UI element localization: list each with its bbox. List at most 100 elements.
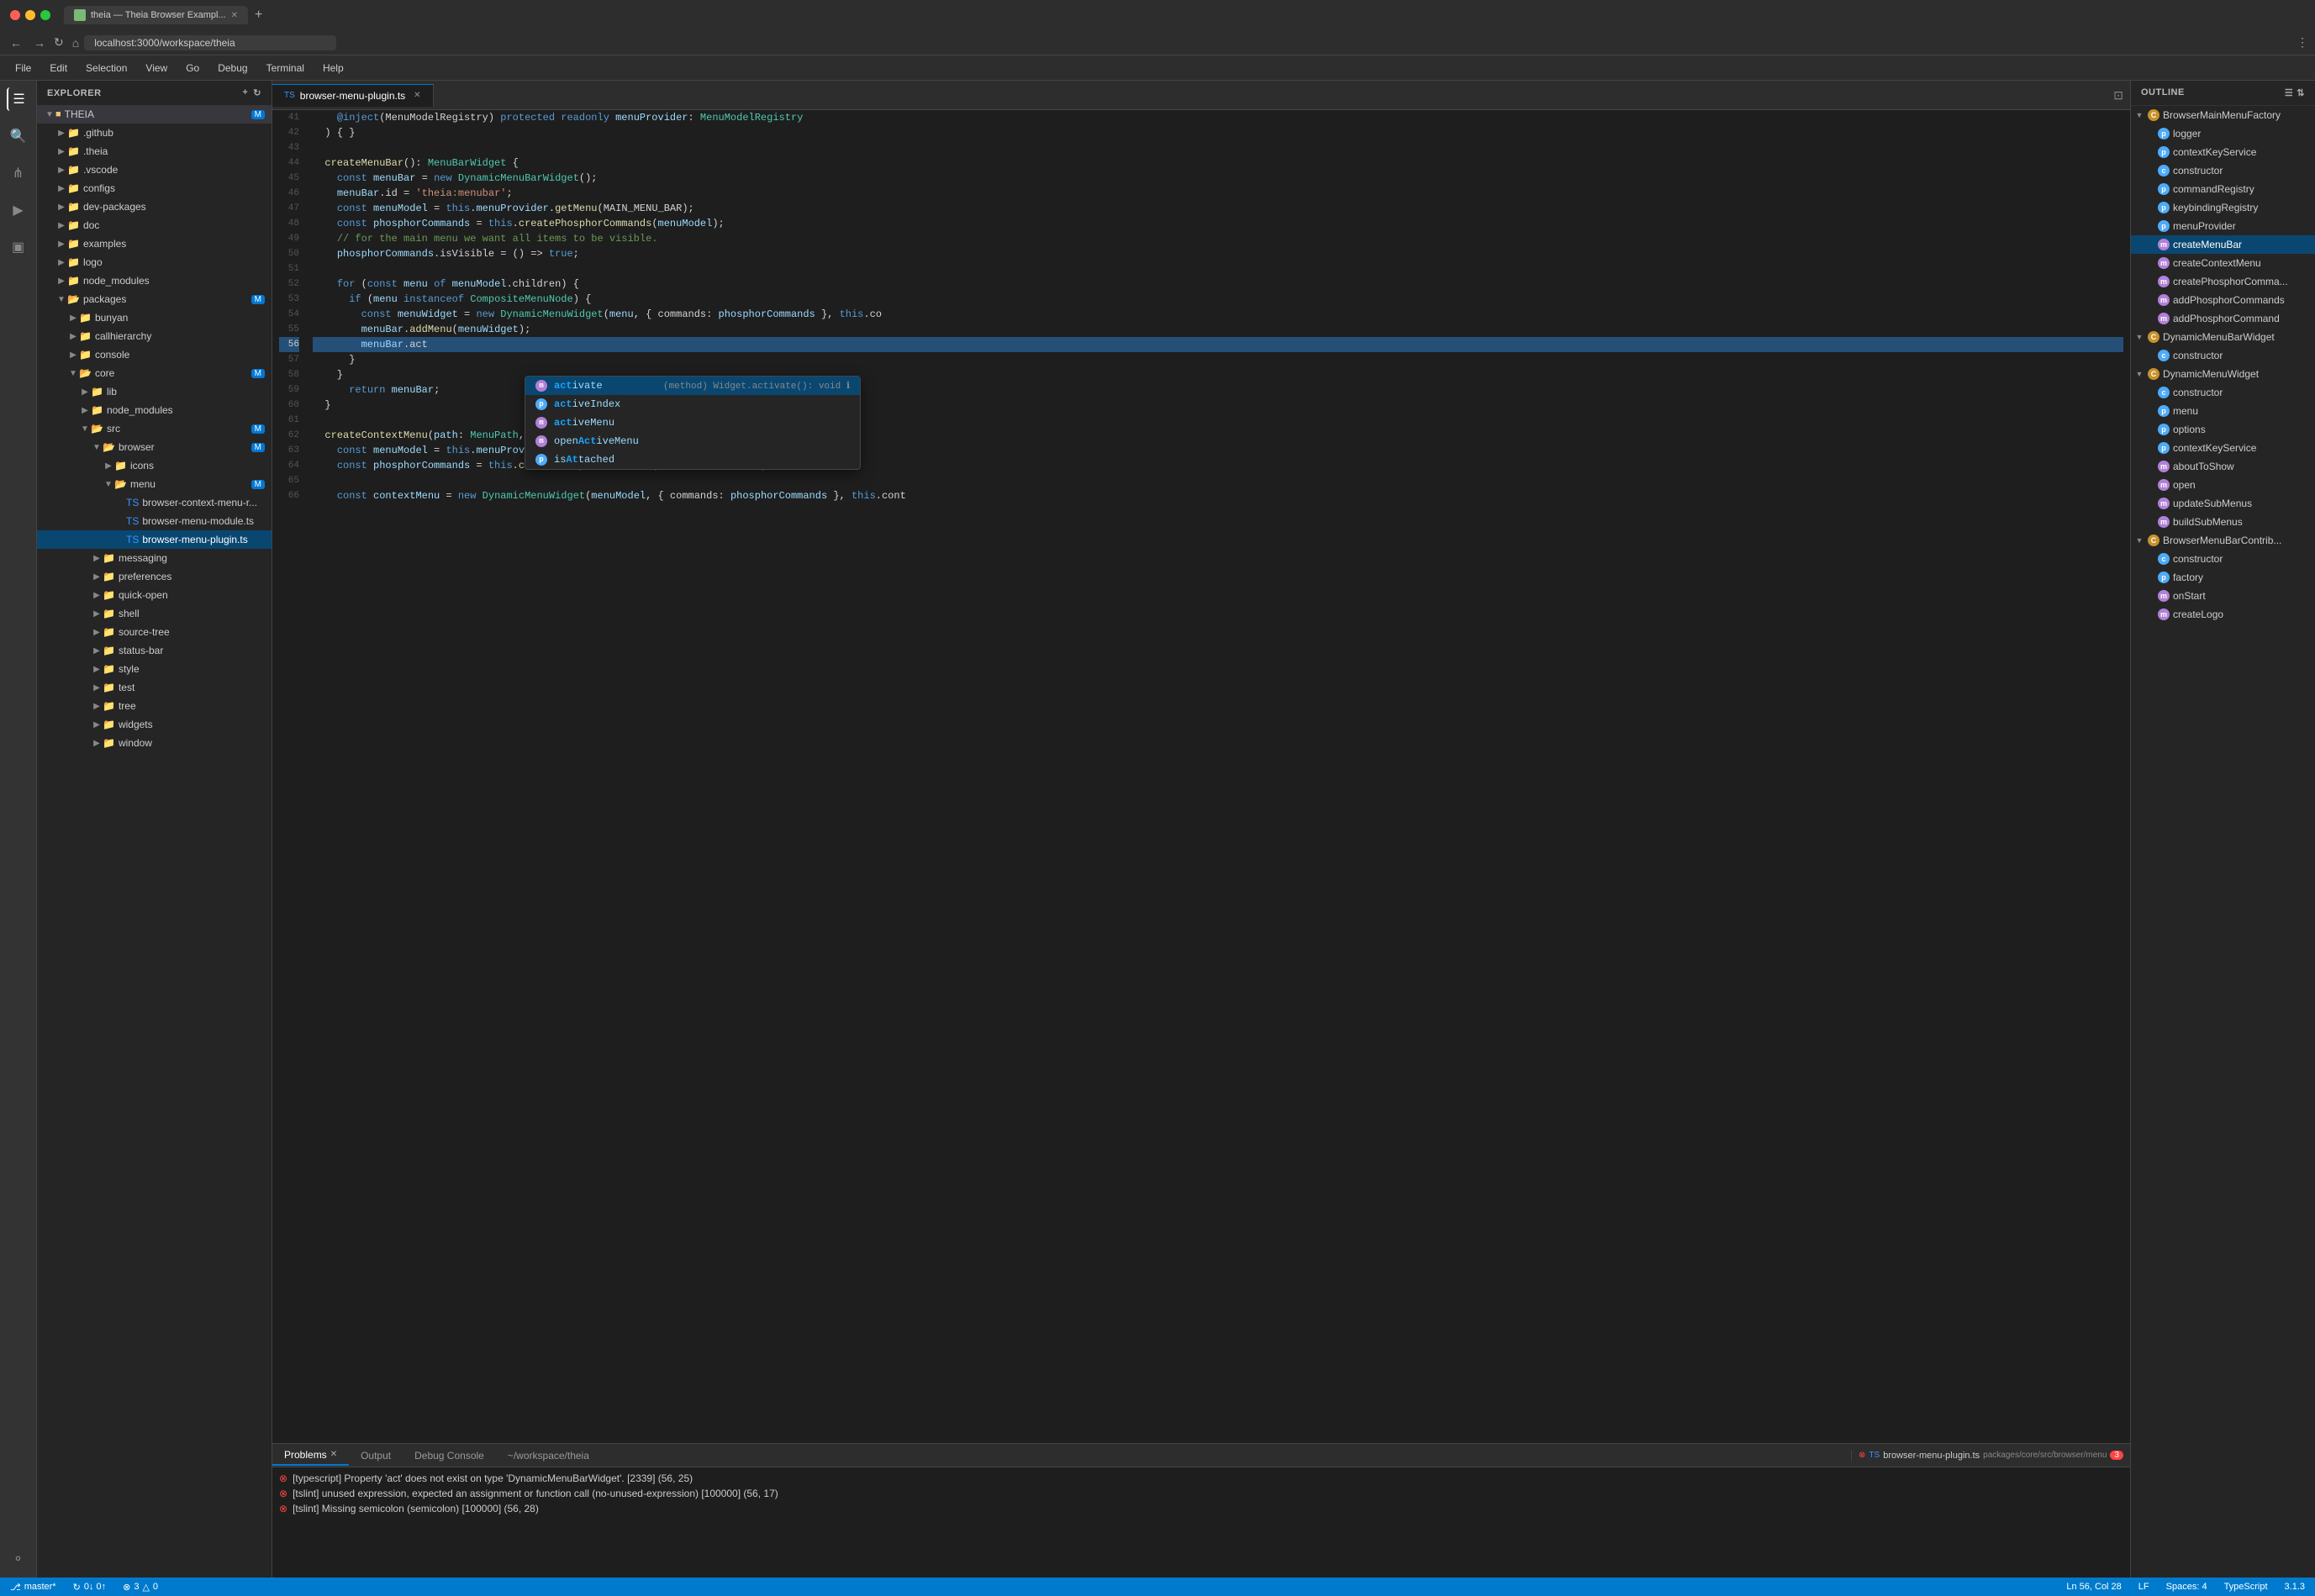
tree-item-examples[interactable]: ▶ 📁 examples	[37, 234, 272, 253]
outline-item-menuProvider[interactable]: p menuProvider	[2131, 217, 2315, 235]
tree-item-menu[interactable]: ▼ 📂 menu M	[37, 475, 272, 493]
url-display[interactable]: localhost:3000/workspace/theia	[84, 35, 336, 50]
panel-tab-output[interactable]: Output	[349, 1446, 403, 1465]
status-sync[interactable]: ↻ 0↓ 0↑	[70, 1582, 110, 1593]
problem-file-tab[interactable]: ⊗ TS browser-menu-plugin.ts packages/cor…	[1851, 1451, 2130, 1461]
outline-item-constructor1[interactable]: c constructor	[2131, 161, 2315, 180]
back-button[interactable]: ←	[7, 34, 25, 51]
outline-item-createPhosphorComma[interactable]: m createPhosphorComma...	[2131, 272, 2315, 291]
status-position[interactable]: Ln 56, Col 28	[2063, 1582, 2124, 1592]
tree-item-tree[interactable]: ▶ 📁 tree	[37, 697, 272, 715]
fullscreen-window-button[interactable]	[40, 10, 50, 20]
refresh-icon[interactable]: ↻	[253, 87, 261, 98]
tree-item-menu-module[interactable]: TS browser-menu-module.ts	[37, 512, 272, 530]
tab-close-button[interactable]: ✕	[414, 91, 420, 100]
tree-item-dev-packages[interactable]: ▶ 📁 dev-packages	[37, 198, 272, 216]
tree-item-menu-plugin[interactable]: TS browser-menu-plugin.ts	[37, 530, 272, 549]
autocomplete-item-activeMenu[interactable]: m activeMenu	[525, 413, 860, 432]
menu-terminal[interactable]: Terminal	[258, 59, 313, 77]
tree-item-browser[interactable]: ▼ 📂 browser M	[37, 438, 272, 456]
tree-item-core[interactable]: ▼ 📂 core M	[37, 364, 272, 382]
scm-activity-icon[interactable]: ⋔	[7, 161, 30, 185]
outline-item-BrowserMainMenuFactory[interactable]: ▼ C BrowserMainMenuFactory	[2131, 106, 2315, 124]
tree-item-configs[interactable]: ▶ 📁 configs	[37, 179, 272, 198]
tree-item-node-modules[interactable]: ▶ 📁 node_modules	[37, 271, 272, 290]
forward-button[interactable]: →	[30, 34, 49, 51]
debug-activity-icon[interactable]: ▶	[7, 198, 30, 222]
autocomplete-item-activeIndex[interactable]: p activeIndex	[525, 395, 860, 413]
autocomplete-item-activate[interactable]: m activate (method) Widget.activate(): v…	[525, 377, 860, 395]
tab-close-button[interactable]: ✕	[231, 11, 238, 20]
status-spaces[interactable]: Spaces: 4	[2163, 1582, 2211, 1592]
tree-item-doc[interactable]: ▶ 📁 doc	[37, 216, 272, 234]
outline-item-updateSubMenus[interactable]: m updateSubMenus	[2131, 494, 2315, 513]
outline-item-contextKeyService[interactable]: p contextKeyService	[2131, 143, 2315, 161]
outline-item-createContextMenu[interactable]: m createContextMenu	[2131, 254, 2315, 272]
outline-item-open[interactable]: m open	[2131, 476, 2315, 494]
tree-item-icons[interactable]: ▶ 📁 icons	[37, 456, 272, 475]
tree-item-lib[interactable]: ▶ 📁 lib	[37, 382, 272, 401]
tree-item-messaging[interactable]: ▶ 📁 messaging	[37, 549, 272, 567]
panel-tab-terminal[interactable]: ~/workspace/theia	[496, 1446, 601, 1465]
browser-tab[interactable]: theia — Theia Browser Exampl... ✕	[64, 6, 248, 24]
outline-item-constructor2[interactable]: c constructor	[2131, 346, 2315, 365]
menu-view[interactable]: View	[137, 59, 176, 77]
tree-item-packages[interactable]: ▼ 📂 packages M	[37, 290, 272, 308]
explorer-activity-icon[interactable]: ☰	[7, 87, 30, 111]
tree-item-window[interactable]: ▶ 📁 window	[37, 734, 272, 752]
outline-item-onStart[interactable]: m onStart	[2131, 587, 2315, 605]
outline-item-DynamicMenuWidget[interactable]: ▼ C DynamicMenuWidget	[2131, 365, 2315, 383]
autocomplete-item-isAttached[interactable]: p isAttached	[525, 450, 860, 469]
status-branch[interactable]: ⎇ master*	[7, 1582, 60, 1593]
outline-item-contextKeyService2[interactable]: p contextKeyService	[2131, 439, 2315, 457]
tree-item-quick-open[interactable]: ▶ 📁 quick-open	[37, 586, 272, 604]
outline-item-addPhosphorCommands[interactable]: m addPhosphorCommands	[2131, 291, 2315, 309]
tree-item-github[interactable]: ▶ 📁 .github	[37, 124, 272, 142]
tree-item-widgets[interactable]: ▶ 📁 widgets	[37, 715, 272, 734]
autocomplete-item-openActiveMenu[interactable]: m openActiveMenu	[525, 432, 860, 450]
outline-item-keybindingRegistry[interactable]: p keybindingRegistry	[2131, 198, 2315, 217]
outline-item-options[interactable]: p options	[2131, 420, 2315, 439]
outline-item-commandRegistry[interactable]: p commandRegistry	[2131, 180, 2315, 198]
outline-item-aboutToShow[interactable]: m aboutToShow	[2131, 457, 2315, 476]
tree-item-vscode[interactable]: ▶ 📁 .vscode	[37, 161, 272, 179]
status-errors[interactable]: ⊗ 3 △ 0	[119, 1582, 161, 1593]
tree-item-console[interactable]: ▶ 📁 console	[37, 345, 272, 364]
tree-item-style[interactable]: ▶ 📁 style	[37, 660, 272, 678]
tree-item-source-tree[interactable]: ▶ 📁 source-tree	[37, 623, 272, 641]
menu-debug[interactable]: Debug	[209, 59, 256, 77]
outline-item-logger[interactable]: p logger	[2131, 124, 2315, 143]
tree-item-shell[interactable]: ▶ 📁 shell	[37, 604, 272, 623]
tree-item-callhierarchy[interactable]: ▶ 📁 callhierarchy	[37, 327, 272, 345]
outline-item-addPhosphorCommand[interactable]: m addPhosphorCommand	[2131, 309, 2315, 328]
tree-item-theia[interactable]: ▼ ■ THEIA M	[37, 105, 272, 124]
outline-item-buildSubMenus[interactable]: m buildSubMenus	[2131, 513, 2315, 531]
problems-tab-close[interactable]: ✕	[330, 1450, 337, 1459]
tree-item-context-menu-r[interactable]: TS browser-context-menu-r...	[37, 493, 272, 512]
browser-menu-button[interactable]: ⋮	[2297, 35, 2308, 50]
status-version[interactable]: 3.1.3	[2281, 1582, 2308, 1592]
status-language[interactable]: TypeScript	[2221, 1582, 2271, 1592]
outline-item-constructor4[interactable]: c constructor	[2131, 550, 2315, 568]
tree-item-preferences[interactable]: ▶ 📁 preferences	[37, 567, 272, 586]
outline-item-createLogo[interactable]: m createLogo	[2131, 605, 2315, 624]
outline-item-DynamicMenuBarWidget[interactable]: ▼ C DynamicMenuBarWidget	[2131, 328, 2315, 346]
home-button[interactable]: ⌂	[69, 34, 82, 51]
outline-item-constructor3[interactable]: c constructor	[2131, 383, 2315, 402]
close-window-button[interactable]	[10, 10, 20, 20]
git-graph-icon[interactable]: ⚬	[7, 1547, 30, 1571]
outline-item-menu[interactable]: p menu	[2131, 402, 2315, 420]
new-tab-button[interactable]: +	[251, 8, 266, 23]
tree-item-bunyan[interactable]: ▶ 📁 bunyan	[37, 308, 272, 327]
menu-edit[interactable]: Edit	[41, 59, 76, 77]
tree-item-logo[interactable]: ▶ 📁 logo	[37, 253, 272, 271]
menu-help[interactable]: Help	[314, 59, 352, 77]
menu-go[interactable]: Go	[177, 59, 208, 77]
tree-item-status-bar[interactable]: ▶ 📁 status-bar	[37, 641, 272, 660]
split-editor-button[interactable]: ⊡	[2107, 88, 2130, 103]
editor-tab-menu-plugin[interactable]: TS browser-menu-plugin.ts ✕	[272, 84, 434, 107]
menu-selection[interactable]: Selection	[77, 59, 135, 77]
outline-sort-icon[interactable]: ⇅	[2297, 87, 2305, 98]
outline-item-factory[interactable]: p factory	[2131, 568, 2315, 587]
tree-item-src[interactable]: ▼ 📂 src M	[37, 419, 272, 438]
